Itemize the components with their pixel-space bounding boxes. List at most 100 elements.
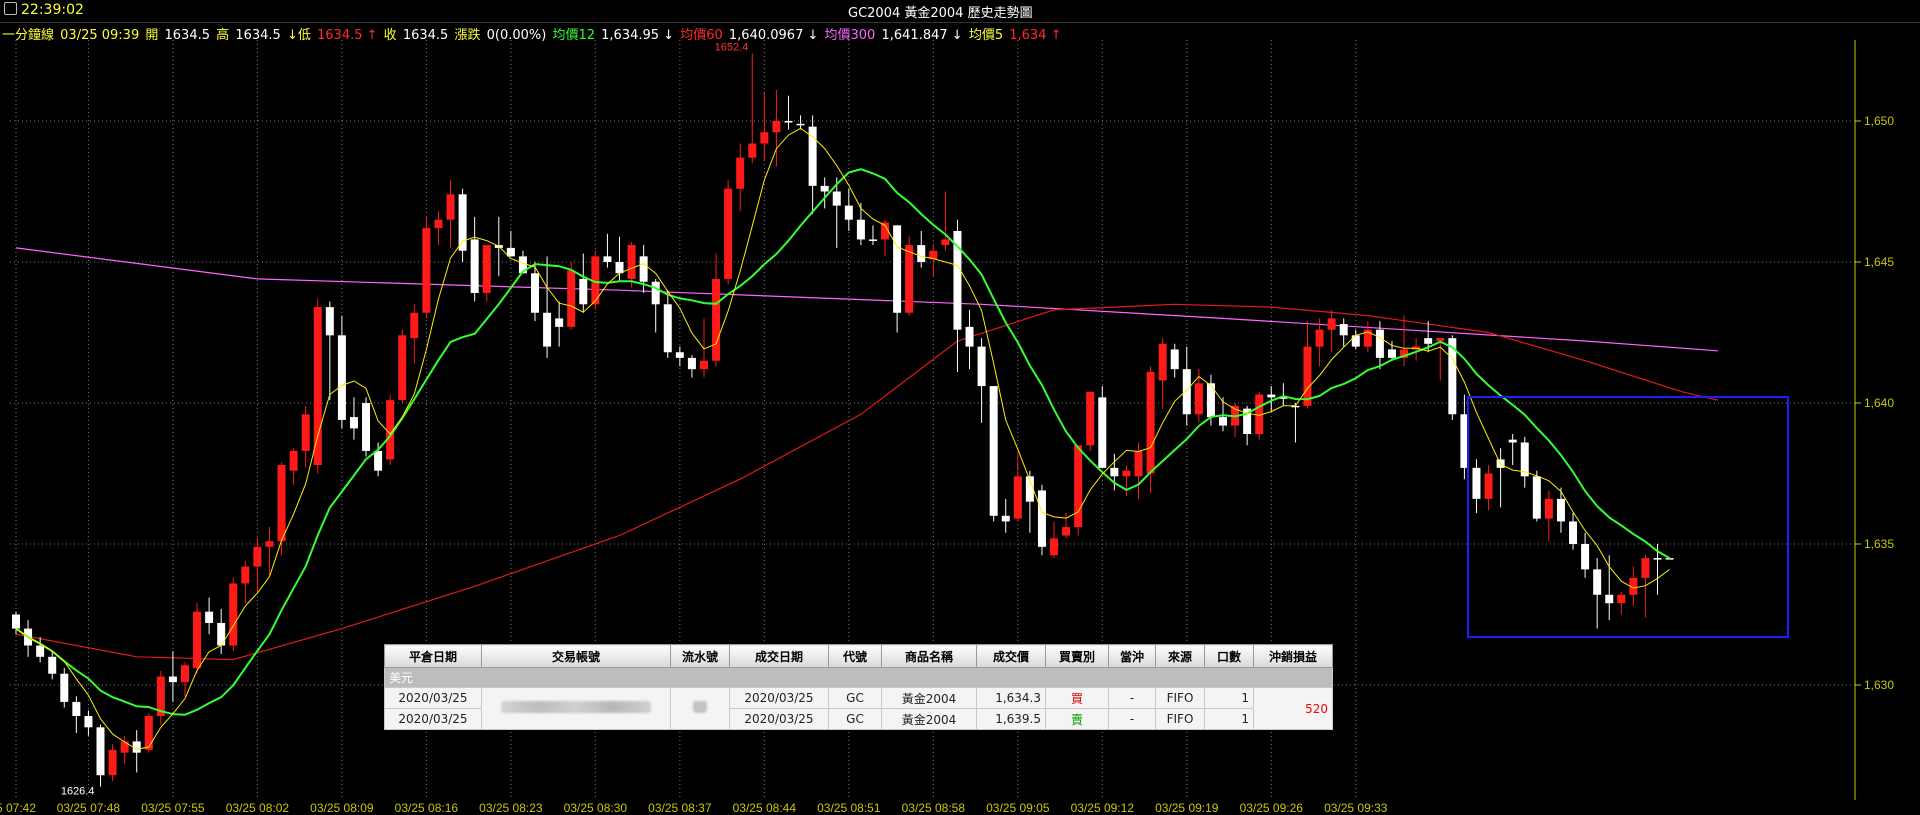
- candle-up: [905, 245, 914, 313]
- col-source[interactable]: 來源: [1155, 644, 1205, 668]
- clock: 22:39:02: [4, 1, 84, 18]
- candle-down: [374, 450, 383, 471]
- candle-down: [1375, 329, 1384, 358]
- candle-up: [398, 335, 407, 401]
- candle-down: [72, 701, 81, 717]
- col-close-date[interactable]: 平倉日期: [384, 644, 482, 668]
- candle-up: [434, 219, 443, 229]
- cell-qty: 1: [1204, 708, 1254, 730]
- candle-down: [84, 716, 93, 728]
- cell-price: 1,634.3: [976, 687, 1046, 709]
- candle-up: [229, 583, 238, 646]
- candle-down: [1605, 594, 1614, 604]
- x-tick-label: 03/25 08:51: [817, 801, 881, 815]
- candle-down: [893, 225, 902, 313]
- candle-down: [362, 403, 371, 451]
- candle-up: [108, 749, 117, 776]
- candle-down: [856, 219, 865, 240]
- currency-group-label: 美元: [384, 667, 1333, 688]
- col-daytrade[interactable]: 當沖: [1108, 644, 1156, 668]
- period-label: 一分鐘線: [2, 28, 55, 43]
- cell-close-date: 2020/03/25: [384, 687, 482, 709]
- candle-up: [627, 245, 636, 279]
- candle-down: [96, 727, 105, 776]
- cell-side-buy: 買: [1045, 687, 1109, 709]
- table-header-row: 平倉日期 交易帳號 流水號 成交日期 代號 商品名稱 成交價 買賣別 當沖 來源…: [384, 644, 1333, 668]
- col-trade-date[interactable]: 成交日期: [729, 644, 829, 668]
- candle-up: [1050, 538, 1059, 556]
- y-tick-label: 1,640: [1864, 396, 1894, 410]
- x-tick-label: 03/25 09:12: [1071, 801, 1135, 815]
- candle-down: [820, 185, 829, 192]
- candle-down: [1037, 490, 1046, 547]
- candle-up: [1013, 476, 1022, 519]
- cell-source: FIFO: [1155, 687, 1205, 709]
- candle-down: [1170, 349, 1179, 370]
- candle-down: [1581, 544, 1590, 570]
- x-tick-label: 03/25 09:05: [986, 801, 1050, 815]
- candle-down: [917, 245, 926, 262]
- x-tick-label: 03/25 07:48: [57, 801, 121, 815]
- col-code[interactable]: 代號: [828, 644, 882, 668]
- col-side[interactable]: 買賣別: [1045, 644, 1109, 668]
- candle-down: [687, 357, 696, 370]
- low-label: ↓低: [286, 28, 311, 43]
- candle-down: [1653, 558, 1662, 560]
- candle-down: [168, 676, 177, 683]
- high-value: 1634.5: [235, 28, 281, 43]
- x-tick-label: 03/25 08:16: [395, 801, 459, 815]
- candle-up: [301, 414, 310, 451]
- ma12-label: 均價12: [552, 28, 596, 43]
- y-tick-label: 1,635: [1864, 537, 1894, 551]
- candle-up: [241, 566, 250, 584]
- cell-trade-date: 2020/03/25: [729, 708, 829, 730]
- candle-down: [1351, 335, 1360, 347]
- col-serial[interactable]: 流水號: [670, 644, 730, 668]
- candle-down: [965, 326, 974, 347]
- candle-up: [446, 194, 455, 220]
- candle-down: [12, 614, 20, 629]
- candle-down: [1508, 439, 1517, 443]
- candle-down: [1472, 467, 1481, 499]
- ma12-path: [15, 168, 1671, 716]
- cell-close-date: 2020/03/25: [384, 708, 482, 730]
- candle-up: [253, 546, 262, 567]
- candle-up: [1074, 445, 1083, 528]
- cell-side-sell: 賣: [1045, 708, 1109, 730]
- table-row[interactable]: 2020/03/25 2020/03/25 GC 黃金2004 1,634.3 …: [384, 687, 1333, 730]
- candle-up: [1122, 470, 1131, 477]
- candle-down: [808, 126, 817, 186]
- candle-up: [410, 312, 419, 339]
- candle-down: [531, 273, 540, 313]
- col-pnl[interactable]: 沖銷損益: [1253, 644, 1333, 668]
- candle-down: [217, 622, 226, 646]
- col-qty[interactable]: 口數: [1204, 644, 1254, 668]
- candle-up: [712, 278, 721, 361]
- low-value: 1634.5 ↑: [317, 28, 378, 43]
- cell-code: GC: [828, 708, 882, 730]
- close-label: 收: [383, 28, 397, 43]
- x-tick-label: 5 07:42: [0, 801, 36, 815]
- candle-up: [1327, 318, 1336, 330]
- candle-up: [1303, 346, 1312, 406]
- candle-up: [193, 611, 202, 669]
- clock-icon: [4, 2, 17, 15]
- col-account[interactable]: 交易帳號: [481, 644, 671, 668]
- candle-up: [772, 121, 781, 133]
- cell-trade-date: 2020/03/25: [729, 687, 829, 709]
- ma60-label: 均價60: [680, 28, 723, 43]
- col-price[interactable]: 成交價: [976, 644, 1046, 668]
- candle-up: [422, 228, 431, 313]
- ma300-value: 1,641.847 ↓: [881, 28, 963, 43]
- candle-down: [1001, 515, 1010, 522]
- bar-datetime: 03/25 09:39: [60, 28, 140, 43]
- candle-down: [60, 673, 69, 702]
- cell-pnl: 520: [1253, 687, 1333, 730]
- table-group-row[interactable]: 美元: [384, 667, 1333, 688]
- chart-title: GC2004 黃金2004 歷史走勢圖: [848, 6, 1033, 21]
- candle-down: [603, 256, 612, 262]
- col-product[interactable]: 商品名稱: [881, 644, 977, 668]
- quote-info-bar: 一分鐘線 03/25 09:39 開 1634.5 高 1634.5 ↓低 16…: [2, 24, 1063, 43]
- candle-up: [1158, 343, 1167, 381]
- candle-up: [180, 665, 189, 683]
